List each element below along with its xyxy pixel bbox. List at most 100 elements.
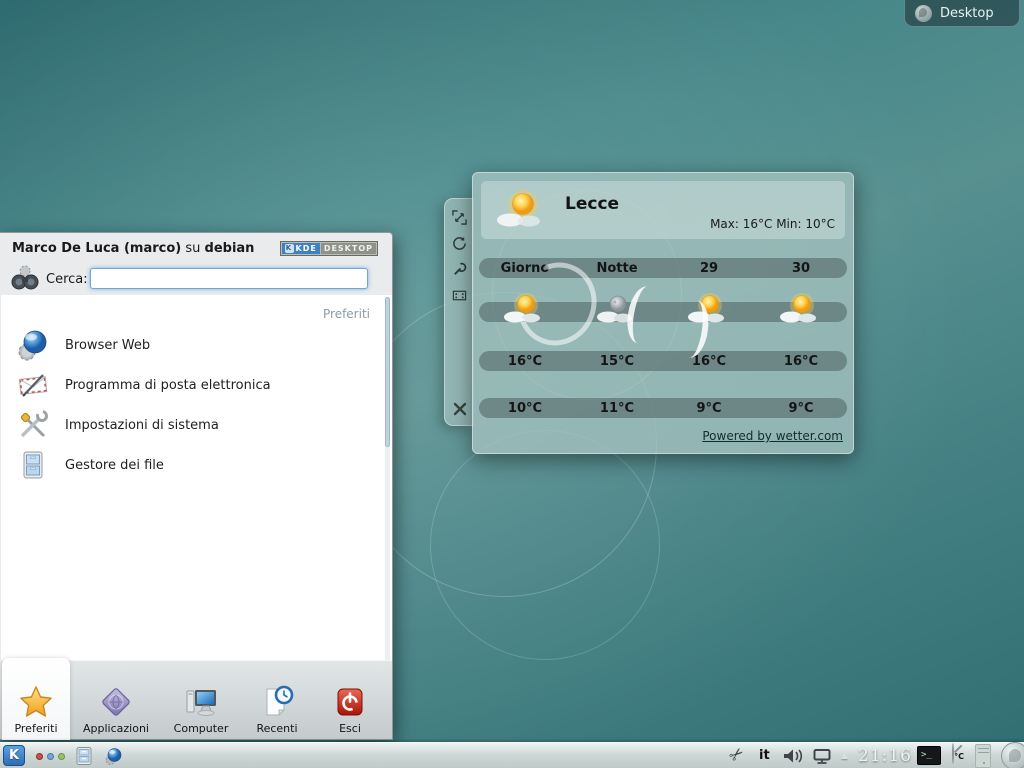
list-item-file-manager[interactable]: Gestore dei file xyxy=(1,445,392,485)
desktop-toolbox[interactable]: Desktop xyxy=(904,0,1020,27)
power-button-icon xyxy=(332,684,368,720)
night-temp: 11°C xyxy=(571,398,663,418)
star-icon xyxy=(18,684,54,720)
column-header: 30 xyxy=(755,258,847,278)
column-header: Giorno xyxy=(479,258,571,278)
purple-diamond-icon xyxy=(98,684,134,720)
scrollbar[interactable] xyxy=(385,297,390,689)
bottom-panel: K ✂ it ▲ 21:16 >_ °C xyxy=(0,742,1024,768)
clipboard-scissors-icon[interactable]: ✂ xyxy=(725,743,749,767)
weather-city: Lecce xyxy=(565,194,619,214)
celsius-label: °C xyxy=(954,752,964,761)
red-dot-icon xyxy=(36,753,43,760)
tray-expand-icon[interactable]: ▲ xyxy=(841,751,848,761)
search-input[interactable] xyxy=(90,268,368,289)
section-label: Preferiti xyxy=(323,307,370,321)
column-header: Notte xyxy=(571,258,663,278)
favorites-list: Preferiti Browser Web xyxy=(1,295,392,692)
sun-cloud-icon xyxy=(778,291,824,327)
computer-monitor-icon xyxy=(182,684,220,720)
search-label: Cerca: xyxy=(46,272,88,287)
kickoff-tab-bar: Preferiti Applicazioni Computer xyxy=(0,660,392,739)
resize-icon[interactable] xyxy=(451,209,468,226)
night-temp: 9°C xyxy=(663,398,755,418)
night-temp: 10°C xyxy=(479,398,571,418)
badge-desktop-label: DESKTOP xyxy=(321,243,376,254)
user-name: Marco De Luca (marco) xyxy=(12,241,181,256)
kde-desktop-badge: KKDE DESKTOP xyxy=(280,241,379,256)
mail-envelope-pen-icon xyxy=(16,368,50,402)
terminal-icon[interactable]: >_ xyxy=(917,746,941,765)
tab-computer[interactable]: Computer xyxy=(162,661,240,740)
tab-esci[interactable]: Esci xyxy=(314,661,386,740)
web-browser-launcher[interactable] xyxy=(104,747,123,766)
tab-label: Recenti xyxy=(256,722,297,735)
green-dot-icon xyxy=(58,753,65,760)
document-clock-icon xyxy=(259,684,295,720)
list-item-label: Impostazioni di sistema xyxy=(65,418,219,433)
kde-menu-button[interactable]: K xyxy=(3,745,25,766)
globe-gear-icon xyxy=(16,328,50,362)
day-temp: 16°C xyxy=(755,351,847,371)
list-item-label: Browser Web xyxy=(65,338,150,353)
list-item-browser-web[interactable]: Browser Web xyxy=(1,325,392,365)
crossed-tools-icon xyxy=(16,408,50,442)
volume-icon[interactable] xyxy=(782,748,804,764)
tab-label: Applicazioni xyxy=(83,722,149,735)
kickoff-menu: Marco De Luca (marco) su debian KKDE DES… xyxy=(0,232,393,740)
weather-header: Lecce Max: 16°C Min: 10°C xyxy=(481,181,845,239)
panel-toolbox-cashew[interactable] xyxy=(1001,742,1024,768)
tab-preferiti[interactable]: Preferiti xyxy=(2,658,70,740)
host-name: debian xyxy=(205,241,255,256)
file-cabinet-icon xyxy=(16,448,50,482)
day-temperatures-row: 16°C 15°C 16°C 16°C xyxy=(479,351,847,371)
kickoff-user-title: Marco De Luca (marco) su debian xyxy=(12,241,254,256)
weather-tray-icon[interactable]: °C xyxy=(948,744,968,763)
configure-wrench-icon[interactable] xyxy=(451,261,468,278)
forecast-icons-row xyxy=(479,302,847,322)
forecast-column-headers: Giorno Notte 29 30 xyxy=(479,258,847,278)
tab-recenti[interactable]: Recenti xyxy=(244,661,310,740)
close-icon[interactable] xyxy=(451,400,468,417)
binoculars-icon xyxy=(10,263,40,293)
network-monitor-icon[interactable] xyxy=(812,748,832,765)
desktop-toolbox-label: Desktop xyxy=(940,6,994,21)
wetter-credit-link[interactable]: Powered by wetter.com xyxy=(702,429,843,443)
wallpaper-ring xyxy=(430,430,660,660)
weather-maxmin: Max: 16°C Min: 10°C xyxy=(710,217,835,231)
scrollbar-thumb[interactable] xyxy=(385,297,390,447)
file-manager-launcher[interactable] xyxy=(74,746,94,766)
sun-cloud-icon xyxy=(493,187,551,233)
night-temp: 9°C xyxy=(755,398,847,418)
digital-clock[interactable]: 21:16 xyxy=(858,746,912,766)
globe-gear-icon xyxy=(104,747,123,766)
weather-widget[interactable]: Lecce Max: 16°C Min: 10°C Giorno Notte 2… xyxy=(472,172,854,454)
kde-gear-icon: K xyxy=(285,244,294,253)
badge-kde-label: KDE xyxy=(296,244,317,253)
list-item-mail[interactable]: Programma di posta elettronica xyxy=(1,365,392,405)
quicklaunch-dots[interactable] xyxy=(36,753,65,760)
day-temp: 15°C xyxy=(571,351,663,371)
night-temperatures-row: 10°C 11°C 9°C 9°C xyxy=(479,398,847,418)
column-header: 29 xyxy=(663,258,755,278)
list-item-label: Gestore dei file xyxy=(65,458,164,473)
tab-label: Esci xyxy=(339,722,361,735)
tab-applicazioni[interactable]: Applicazioni xyxy=(74,661,158,740)
sun-cloud-icon xyxy=(502,291,548,327)
cashew-swirl-icon xyxy=(915,5,932,22)
day-temp: 16°C xyxy=(663,351,755,371)
file-cabinet-icon xyxy=(74,746,94,766)
settings-grid-icon[interactable] xyxy=(451,287,468,304)
keyboard-layout-indicator[interactable]: it xyxy=(759,748,770,763)
tab-label: Computer xyxy=(174,722,229,735)
sun-cloud-icon xyxy=(686,291,732,327)
list-item-label: Programma di posta elettronica xyxy=(65,378,271,393)
rotate-icon[interactable] xyxy=(451,235,468,252)
tab-label: Preferiti xyxy=(14,722,57,735)
title-connector: su xyxy=(185,241,200,256)
panel-spacer[interactable] xyxy=(975,744,991,768)
list-item-system-settings[interactable]: Impostazioni di sistema xyxy=(1,405,392,445)
moon-cloud-icon xyxy=(594,291,640,327)
widget-handle[interactable] xyxy=(444,198,474,426)
day-temp: 16°C xyxy=(479,351,571,371)
